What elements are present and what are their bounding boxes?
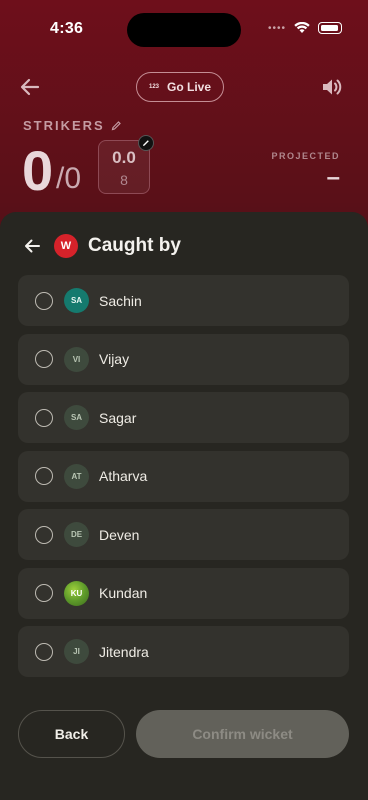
radio-button[interactable] <box>35 350 53 368</box>
wicket-badge: W <box>54 234 78 258</box>
go-live-prefix: 123 <box>148 84 159 90</box>
projected-value: – <box>326 164 340 191</box>
back-arrow-icon[interactable] <box>18 76 42 98</box>
top-nav: 123 Go Live <box>0 70 368 104</box>
player-row[interactable]: AT Atharva <box>18 450 349 502</box>
pencil-icon[interactable] <box>111 120 122 131</box>
go-live-button[interactable]: 123 Go Live <box>136 72 224 102</box>
avatar: VI <box>64 346 89 372</box>
player-name: Sachin <box>99 292 142 309</box>
avatar: SA <box>64 405 89 430</box>
battery-icon <box>318 22 342 34</box>
avatar: KU <box>64 580 89 606</box>
player-name: Deven <box>99 526 140 543</box>
player-name: Sagar <box>99 409 137 426</box>
status-bar: 4:36 •••• <box>0 0 368 56</box>
wickets-score: /0 <box>56 162 82 195</box>
sheet-title: Caught by <box>88 235 181 256</box>
player-row[interactable]: KU Kundan <box>18 567 349 619</box>
player-row[interactable]: SA Sagar <box>18 392 349 443</box>
player-name: Kundan <box>99 585 148 601</box>
player-row[interactable]: DE Deven <box>18 509 349 560</box>
team-label: STRIKERS <box>23 118 105 133</box>
sheet-header: W Caught by <box>0 233 368 261</box>
radio-button[interactable] <box>35 291 53 310</box>
player-row[interactable]: SA Sachin <box>18 275 349 326</box>
team-name: STRIKERS <box>23 118 122 133</box>
back-button[interactable]: Back <box>18 710 125 758</box>
projected-label: PROJECTED <box>271 151 340 161</box>
radio-button[interactable] <box>35 408 53 427</box>
status-time: 4:36 <box>50 20 84 37</box>
avatar: DE <box>64 522 89 547</box>
wifi-icon <box>294 22 310 33</box>
avatar: JI <box>64 639 89 664</box>
radio-button[interactable] <box>35 467 53 485</box>
edit-overs-icon[interactable] <box>138 135 154 151</box>
caught-by-sheet: W Caught by SA Sachin VI Vijay SA Sagar … <box>0 212 368 800</box>
go-live-label: Go Live <box>167 80 212 94</box>
radio-button[interactable] <box>35 642 53 661</box>
avatar: SA <box>64 288 89 313</box>
player-list: SA Sachin VI Vijay SA Sagar AT Atharva D… <box>18 275 349 685</box>
player-name: Atharva <box>99 468 148 484</box>
speaker-icon[interactable] <box>320 76 344 98</box>
sheet-back-icon[interactable] <box>22 236 42 256</box>
balls-value: 8 <box>120 172 128 188</box>
avatar: AT <box>64 463 89 489</box>
player-name: Jitendra <box>99 643 149 660</box>
signal-icon: •••• <box>267 22 286 34</box>
radio-button[interactable] <box>35 584 53 602</box>
player-name: Vijay <box>99 351 130 367</box>
player-row[interactable]: JI Jitendra <box>18 626 349 677</box>
player-row[interactable]: VI Vijay <box>18 333 349 385</box>
overs-value: 0.0 <box>112 148 136 167</box>
radio-button[interactable] <box>35 525 53 544</box>
runs-score: 0 <box>22 139 53 202</box>
confirm-wicket-button[interactable]: Confirm wicket <box>136 710 349 758</box>
sheet-footer: Back Confirm wicket <box>18 710 349 758</box>
dynamic-island <box>127 13 241 47</box>
status-icons: •••• <box>268 22 342 34</box>
